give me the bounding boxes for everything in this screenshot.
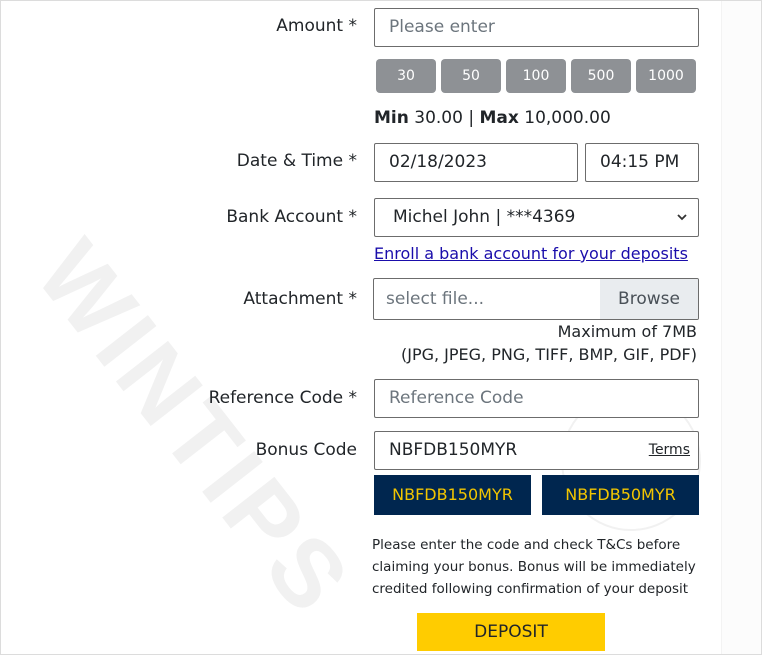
amount-placeholder: Please enter <box>389 17 495 37</box>
chevron-down-icon <box>677 214 687 221</box>
deposit-button[interactable]: DEPOSIT <box>417 613 605 651</box>
bonus-code-label: Bonus Code <box>255 440 357 460</box>
datetime-label: Date & Time * <box>236 151 357 171</box>
amount-input[interactable]: Please enter <box>374 8 699 47</box>
attachment-formats: (JPG, JPEG, PNG, TIFF, BMP, GIF, PDF) <box>401 345 697 364</box>
attachment-max-size: Maximum of 7MB <box>557 322 697 341</box>
attachment-label: Attachment * <box>243 289 357 309</box>
min-value: 30.00 <box>414 108 463 128</box>
quick-amount-50[interactable]: 50 <box>441 59 501 93</box>
bonus-code-value: NBFDB150MYR <box>389 440 518 460</box>
quick-amount-30[interactable]: 30 <box>376 59 436 93</box>
date-input[interactable]: 02/18/2023 <box>374 143 578 182</box>
min-label: Min <box>374 108 409 128</box>
max-label: Max <box>479 108 519 128</box>
quick-amount-1000[interactable]: 1000 <box>636 59 696 93</box>
amount-limits: Min 30.00 | Max 10,000.00 <box>374 108 611 128</box>
time-input[interactable]: 04:15 PM <box>585 143 699 182</box>
scrollbar-track <box>721 1 761 654</box>
bonus-note: Please enter the code and check T&Cs bef… <box>372 537 696 597</box>
limits-separator: | <box>468 108 475 128</box>
deposit-form-panel: WINTIPS Amount * Please enter 30 50 100 … <box>0 0 762 655</box>
bank-account-select[interactable]: Michel John | ***4369 <box>374 198 699 237</box>
reference-code-label: Reference Code * <box>208 388 357 408</box>
bonus-code-input[interactable]: NBFDB150MYR Terms <box>374 431 699 470</box>
amount-label: Amount * <box>276 16 357 36</box>
max-value: 10,000.00 <box>524 108 611 128</box>
bank-account-label: Bank Account * <box>226 207 357 227</box>
reference-code-input[interactable]: Reference Code <box>374 379 699 418</box>
bank-account-selected: Michel John | ***4369 <box>393 207 576 227</box>
attachment-file-input[interactable]: select file... Browse <box>373 278 699 320</box>
enroll-bank-account-link[interactable]: Enroll a bank account for your deposits <box>374 244 688 263</box>
bonus-option-nbfdb50myr[interactable]: NBFDB50MYR <box>542 475 699 515</box>
attachment-placeholder: select file... <box>386 289 485 309</box>
reference-code-placeholder: Reference Code <box>389 388 524 408</box>
bonus-option-nbfdb150myr[interactable]: NBFDB150MYR <box>374 475 531 515</box>
quick-amount-100[interactable]: 100 <box>506 59 566 93</box>
quick-amount-500[interactable]: 500 <box>571 59 631 93</box>
watermark-text: WINTIPS <box>15 221 373 636</box>
browse-button[interactable]: Browse <box>600 279 698 319</box>
terms-link[interactable]: Terms <box>649 432 690 469</box>
